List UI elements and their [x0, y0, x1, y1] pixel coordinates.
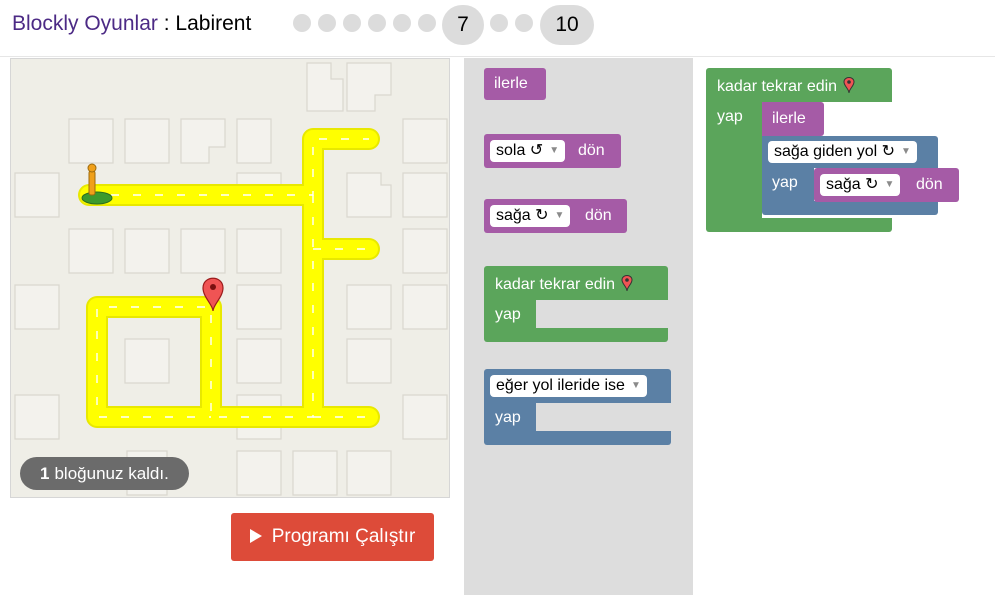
game-name: Labirent [175, 12, 252, 35]
ws-repeat-label-row: kadar tekrar edin [717, 76, 855, 96]
capacity-bubble: 1 bloğunuz kaldı. [20, 457, 189, 490]
run-button-label: Programı Çalıştır [271, 526, 416, 547]
title-separator: : [163, 12, 170, 35]
level-last-button[interactable]: 10 [540, 5, 594, 45]
page-title: Blockly Oyunlar : Labirent [12, 12, 251, 36]
if-do-label: yap [495, 409, 521, 426]
turn-left-dropdown[interactable]: sola ↺ ▼ [490, 140, 566, 162]
level-dot-8[interactable] [490, 14, 508, 32]
turn-right-value: sağa ↻ [496, 207, 549, 224]
dropdown-arrow-icon: ▼ [549, 145, 560, 156]
ws-repeat-header: kadar tekrar edin [706, 68, 892, 102]
if-footer [484, 431, 671, 445]
ws-forward-block[interactable]: ilerle [762, 102, 824, 136]
header: Blockly Oyunlar : Labirent 7 10 [0, 0, 995, 57]
repeat-footer [484, 328, 668, 342]
dropdown-arrow-icon: ▼ [884, 179, 895, 190]
repeat-label: kadar tekrar edin [495, 276, 616, 293]
app-name-link[interactable]: Blockly Oyunlar [12, 12, 158, 35]
ws-if-condition-dropdown[interactable]: sağa giden yol ↻ ▼ [768, 141, 917, 163]
level-dot-3[interactable] [343, 14, 361, 32]
turn-right-suffix: dön [585, 207, 612, 224]
maze-board [10, 58, 450, 498]
ws-turn-dropdown[interactable]: sağa ↻ ▼ [820, 174, 901, 196]
maze-svg [11, 59, 449, 497]
turn-left-suffix: dön [578, 142, 605, 159]
level-dot-1[interactable] [293, 14, 311, 32]
goal-pin-icon [621, 275, 633, 292]
level-dot-9[interactable] [515, 14, 533, 32]
if-condition-dropdown[interactable]: eğer yol ileride ise ▼ [490, 375, 647, 397]
capacity-text: bloğunuz kaldı. [54, 464, 169, 483]
ws-repeat-label: kadar tekrar edin [717, 78, 838, 95]
run-program-button[interactable]: Programı Çalıştır [231, 513, 434, 561]
ws-repeat-footer [706, 218, 892, 232]
dropdown-arrow-icon: ▼ [630, 380, 641, 391]
toolbox-turn-right-block[interactable]: sağa ↻ ▼ dön [484, 199, 627, 233]
repeat-header: kadar tekrar edin [484, 266, 668, 300]
ws-turn-right-block[interactable]: sağa ↻ ▼ dön [814, 168, 959, 202]
toolbox-turn-left-block[interactable]: sola ↺ ▼ dön [484, 134, 621, 168]
capacity-count: 1 [40, 464, 50, 483]
forward-label: ilerle [494, 75, 528, 92]
if-header: eğer yol ileride ise ▼ [484, 369, 671, 403]
ws-if-condition-value: sağa giden yol ↻ [774, 143, 896, 160]
if-condition-value: eğer yol ileride ise [496, 377, 625, 394]
dropdown-arrow-icon: ▼ [554, 210, 565, 221]
ws-if-do-label: yap [772, 174, 798, 191]
header-divider [0, 56, 995, 57]
level-dot-4[interactable] [368, 14, 386, 32]
toolbox-flyout: ilerle sola ↺ ▼ dön sağa ↻ ▼ dön kadar tek… [464, 58, 693, 595]
toolbox-forward-block[interactable]: ilerle [484, 68, 546, 100]
ws-repeat-do-label: yap [717, 108, 743, 125]
ws-forward-label: ilerle [772, 110, 806, 127]
ws-turn-suffix: dön [916, 176, 943, 193]
goal-pin-icon [843, 77, 855, 94]
play-icon [249, 529, 262, 543]
repeat-label-row: kadar tekrar edin [495, 274, 633, 294]
level-dot-6[interactable] [418, 14, 436, 32]
level-current-button[interactable]: 7 [442, 5, 484, 45]
level-dot-5[interactable] [393, 14, 411, 32]
ws-if-header[interactable]: sağa giden yol ↻ ▼ [762, 136, 938, 168]
level-dot-2[interactable] [318, 14, 336, 32]
ws-repeat-do-column: yap [706, 102, 762, 220]
ws-turn-value: sağa ↻ [826, 176, 879, 193]
dropdown-arrow-icon: ▼ [901, 146, 911, 157]
turn-left-value: sola ↺ [496, 142, 544, 159]
turn-right-dropdown[interactable]: sağa ↻ ▼ [490, 205, 571, 227]
ws-if-footer [762, 201, 938, 215]
blocks-workspace[interactable]: kadar tekrar edin yap ilerle sağa giden … [693, 58, 995, 595]
repeat-do-label: yap [495, 306, 521, 323]
